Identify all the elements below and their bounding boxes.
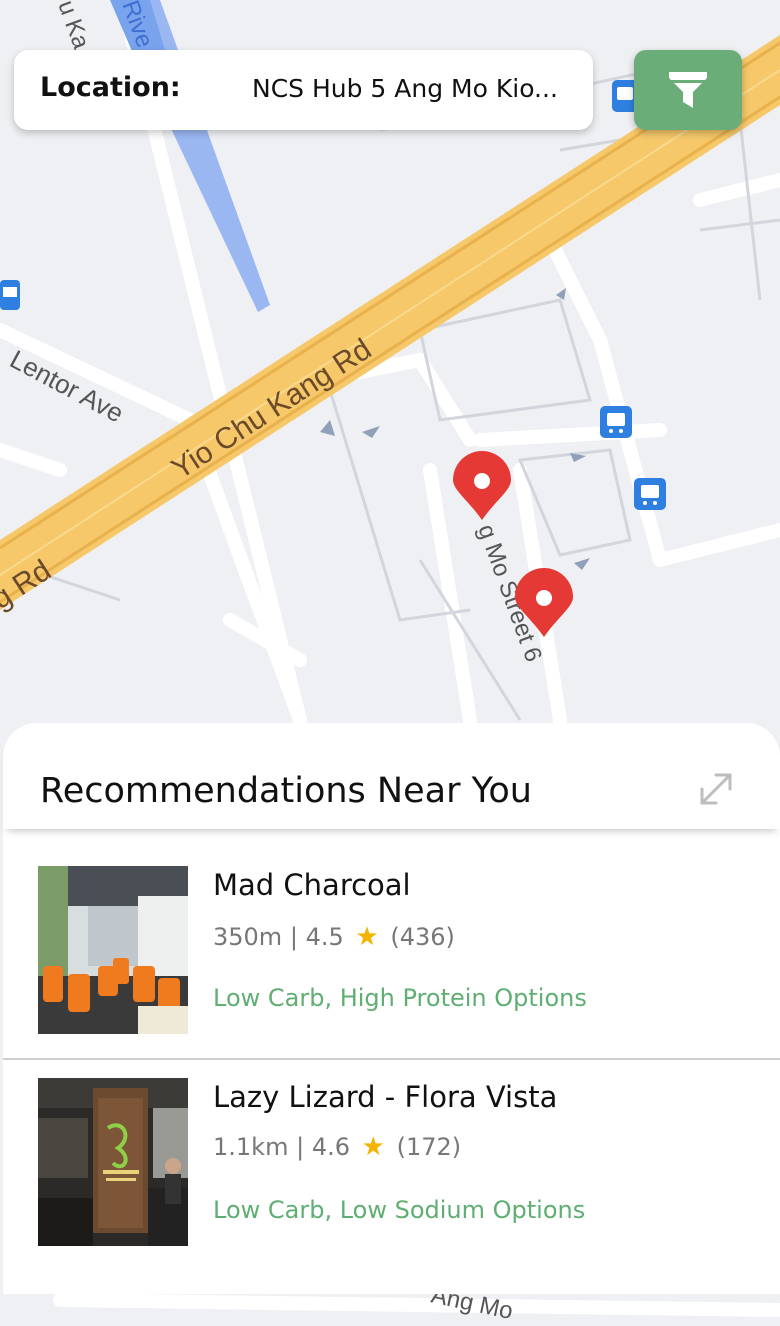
sheet-title: Recommendations Near You — [40, 771, 532, 811]
restaurant-meta: 350m | 4.5 ★ (436) — [213, 922, 455, 952]
star-icon: ★ — [361, 1132, 385, 1162]
bus-stop-icon[interactable] — [634, 478, 666, 510]
review-count: (172) — [396, 1133, 462, 1161]
location-value[interactable]: NCS Hub 5 Ang Mo Kio... — [252, 74, 570, 103]
distance: 350m — [213, 923, 283, 951]
location-card[interactable]: Location: NCS Hub 5 Ang Mo Kio... — [14, 50, 593, 130]
expand-icon[interactable] — [696, 769, 736, 809]
restaurant-meta: 1.1km | 4.6 ★ (172) — [213, 1132, 461, 1162]
distance: 1.1km — [213, 1133, 289, 1161]
star-icon: ★ — [355, 922, 379, 952]
restaurant-tags: Low Carb, High Protein Options — [213, 984, 587, 1012]
separator: | — [289, 923, 298, 951]
sheet-header[interactable]: Recommendations Near You — [3, 723, 780, 829]
restaurant-name: Mad Charcoal — [213, 868, 411, 902]
restaurant-photo — [38, 866, 188, 1034]
location-label: Location: — [40, 72, 181, 103]
rating: 4.5 — [305, 923, 344, 951]
bus-stop-icon[interactable] — [0, 280, 20, 310]
restaurant-name: Lazy Lizard - Flora Vista — [213, 1080, 558, 1114]
restaurant-photo — [38, 1078, 188, 1246]
restaurant-tags: Low Carb, Low Sodium Options — [213, 1196, 586, 1224]
recommendations-sheet: Recommendations Near You Mad Charcoal 35… — [3, 723, 780, 1294]
divider — [3, 1058, 780, 1060]
review-count: (436) — [390, 923, 455, 951]
rating: 4.6 — [311, 1133, 350, 1161]
filter-button[interactable] — [634, 50, 742, 130]
list-item[interactable]: Lazy Lizard - Flora Vista 1.1km | 4.6 ★ … — [3, 1078, 780, 1278]
separator: | — [296, 1133, 305, 1161]
filter-funnel-icon — [669, 72, 707, 108]
bus-stop-icon[interactable] — [600, 406, 632, 438]
list-item[interactable]: Mad Charcoal 350m | 4.5 ★ (436) Low Carb… — [3, 866, 780, 1066]
